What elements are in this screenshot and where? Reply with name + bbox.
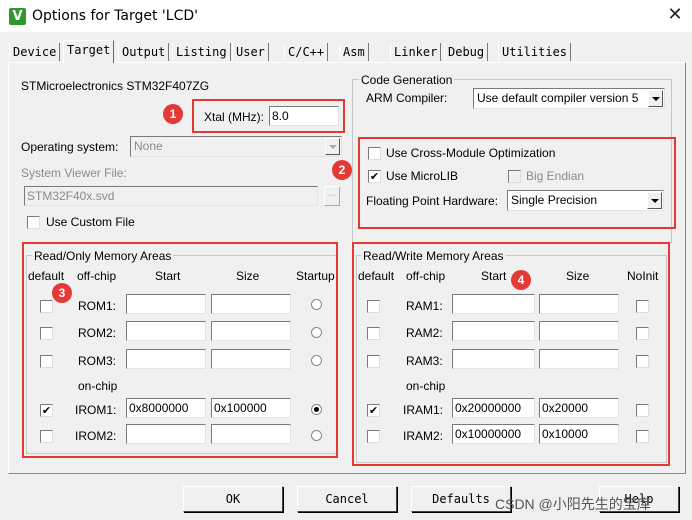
annotation-box-3 (22, 242, 338, 458)
tab-linker[interactable]: Linker (390, 43, 442, 61)
code-generation-title: Code Generation (359, 73, 455, 87)
use-custom-file-checkbox[interactable] (27, 216, 40, 229)
window-title: Options for Target 'LCD' (32, 8, 198, 24)
annotation-box-2 (358, 137, 676, 229)
use-custom-file-label: Use Custom File (46, 215, 135, 229)
annotation-badge-4: 4 (511, 270, 531, 290)
arm-compiler-label: ARM Compiler: (366, 91, 448, 105)
annotation-box-1 (192, 99, 345, 133)
tab-listing[interactable]: Listing (172, 43, 231, 61)
annotation-badge-3: 3 (52, 283, 72, 303)
chevron-down-icon (325, 138, 340, 155)
tab-c-cpp[interactable]: C/C++ (284, 43, 329, 61)
keil-uvision-icon: V (9, 8, 26, 25)
tab-output[interactable]: Output (118, 43, 170, 61)
sysviewer-label: System Viewer File: (21, 166, 127, 180)
tab-asm[interactable]: Asm (339, 43, 369, 61)
sysviewer-browse-button[interactable]: ... (324, 186, 340, 206)
chevron-down-icon (648, 90, 663, 107)
ok-button[interactable]: OK (183, 486, 283, 512)
arm-compiler-value: Use default compiler version 5 (477, 91, 639, 105)
annotation-badge-1: 1 (163, 104, 183, 124)
tab-target[interactable]: Target (63, 40, 115, 63)
tab-user[interactable]: User (232, 43, 269, 61)
tab-device[interactable]: Device (9, 43, 61, 61)
tab-debug[interactable]: Debug (444, 43, 489, 61)
os-select[interactable]: None (130, 136, 342, 157)
cancel-button[interactable]: Cancel (297, 486, 397, 512)
annotation-badge-2: 2 (332, 160, 352, 180)
arm-compiler-select[interactable]: Use default compiler version 5 (473, 88, 665, 109)
os-label: Operating system: (21, 140, 119, 154)
device-name: STMicroelectronics STM32F407ZG (21, 79, 210, 93)
os-value: None (134, 139, 163, 153)
sysviewer-input[interactable]: STM32F40x.svd (24, 186, 318, 206)
tab-utilities[interactable]: Utilities (498, 43, 572, 61)
close-icon[interactable]: ✕ (664, 4, 686, 26)
watermark-text: CSDN @小阳先生的宝库 (495, 496, 651, 512)
